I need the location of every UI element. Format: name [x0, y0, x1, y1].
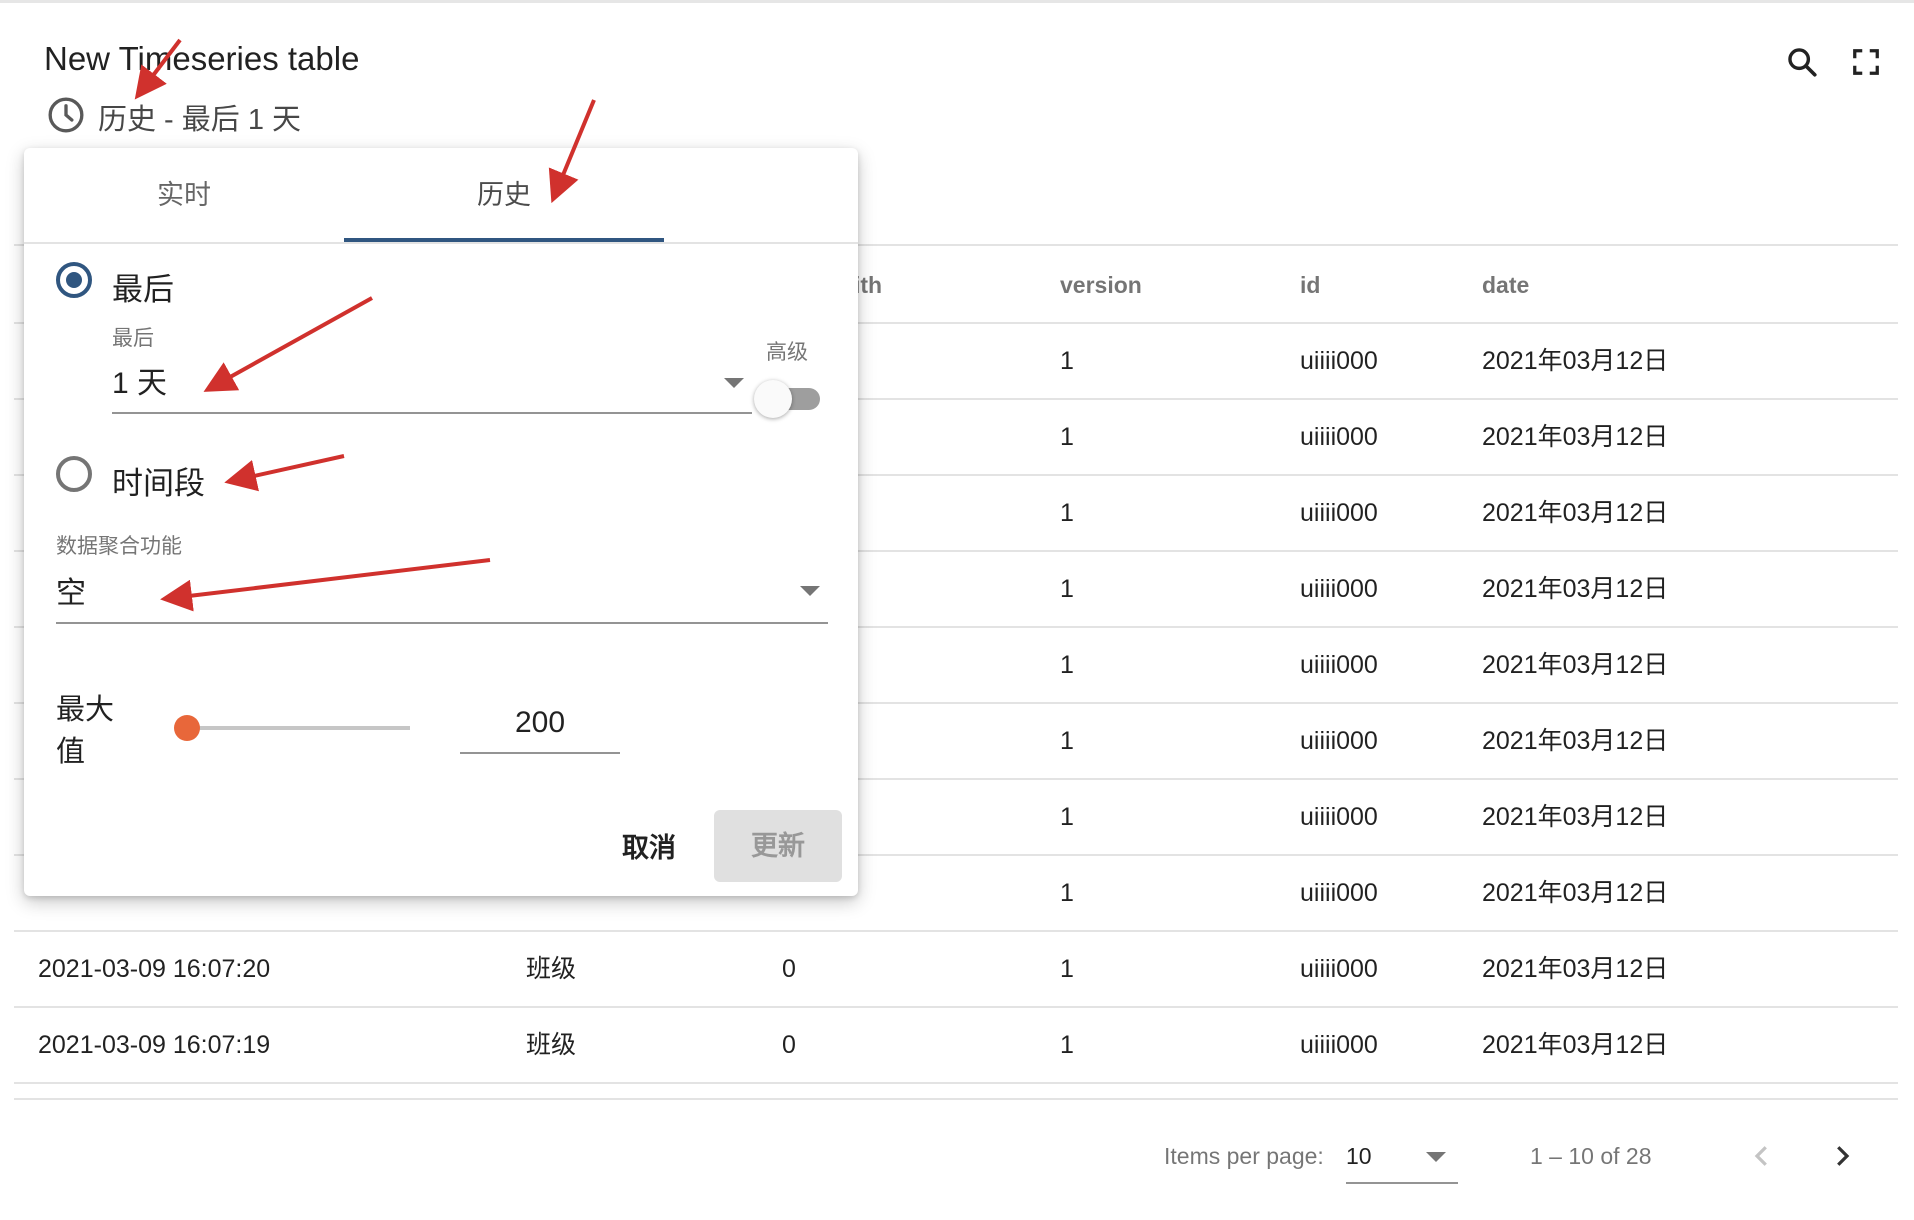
- id-cell: uiiii000: [1300, 347, 1378, 375]
- aggregation-select[interactable]: 空: [56, 556, 828, 624]
- column-header-version[interactable]: version: [1060, 246, 1142, 324]
- version-cell: 1: [1060, 575, 1074, 603]
- class-cell: 班级: [526, 955, 577, 983]
- class-cell: 班级: [526, 1031, 577, 1059]
- timewindow-summary[interactable]: 历史 - 最后 1 天: [46, 95, 301, 139]
- toggle-knob: [754, 380, 792, 418]
- max-values-input[interactable]: 200: [460, 690, 620, 754]
- date-cell: 2021年03月12日: [1482, 575, 1669, 603]
- version-cell: 1: [1060, 803, 1074, 831]
- id-cell: uiiii000: [1300, 803, 1378, 831]
- chevron-down-icon: [1426, 1152, 1446, 1162]
- count-cell: 0: [782, 955, 796, 983]
- update-button[interactable]: 更新: [714, 810, 842, 882]
- date-cell: 2021年03月12日: [1482, 651, 1669, 679]
- version-cell: 1: [1060, 651, 1074, 679]
- date-cell: 2021年03月12日: [1482, 955, 1669, 983]
- radio-time-range-label: 时间段: [112, 466, 205, 501]
- items-per-page-select[interactable]: 10: [1346, 1130, 1458, 1184]
- table-row[interactable]: 2021-03-09 16:07:20 班级 0 1 uiiii000 2021年03月1…: [14, 932, 1898, 1008]
- id-cell: uiiii000: [1300, 727, 1378, 755]
- version-cell: 1: [1060, 1031, 1074, 1059]
- cancel-button[interactable]: 取消: [600, 812, 698, 884]
- version-cell: 1: [1060, 347, 1074, 375]
- items-per-page-label: Items per page:: [1164, 1143, 1324, 1169]
- max-values-label-line2: 值: [56, 736, 86, 768]
- table-footer-divider: [14, 1098, 1898, 1100]
- slider-thumb[interactable]: [174, 715, 200, 741]
- date-cell: 2021年03月12日: [1482, 1031, 1669, 1059]
- next-page-button[interactable]: [1818, 1132, 1866, 1180]
- radio-last[interactable]: [56, 262, 92, 298]
- advanced-label: 高级: [766, 341, 808, 364]
- chevron-down-icon: [800, 586, 820, 596]
- active-tab-indicator: [344, 238, 664, 242]
- max-values-value: 200: [514, 706, 566, 739]
- radio-last-label: 最后: [112, 272, 174, 307]
- chevron-right-icon: [1837, 1146, 1850, 1166]
- fullscreen-icon[interactable]: [1844, 40, 1888, 84]
- previous-page-button[interactable]: [1738, 1132, 1786, 1180]
- column-header-date[interactable]: date: [1482, 246, 1529, 324]
- clock-icon: [46, 95, 86, 140]
- last-duration-select[interactable]: 1 天: [112, 348, 752, 414]
- max-values-label-line1: 最大: [56, 694, 115, 726]
- chevron-down-icon: [724, 378, 744, 388]
- date-cell: 2021年03月12日: [1482, 499, 1669, 527]
- timestamp-cell: 2021-03-09 16:07:19: [38, 1031, 271, 1059]
- slider-rail: [186, 726, 410, 730]
- radio-time-range[interactable]: [56, 456, 92, 492]
- timewindow-panel: 实时 历史 最后 最后 1 天 高级 时间段 数据聚合功能 空 最大 值 200…: [24, 148, 858, 896]
- max-values-slider[interactable]: [174, 708, 414, 748]
- date-cell: 2021年03月12日: [1482, 879, 1669, 907]
- id-cell: uiiii000: [1300, 423, 1378, 451]
- id-cell: uiiii000: [1300, 651, 1378, 679]
- id-cell: uiiii000: [1300, 1031, 1378, 1059]
- id-cell: uiiii000: [1300, 955, 1378, 983]
- column-header-ith[interactable]: ith: [854, 246, 882, 324]
- version-cell: 1: [1060, 879, 1074, 907]
- last-duration-value: 1 天: [112, 367, 168, 400]
- search-icon[interactable]: [1780, 40, 1824, 84]
- date-cell: 2021年03月12日: [1482, 727, 1669, 755]
- column-header-id[interactable]: id: [1300, 246, 1320, 324]
- id-cell: uiiii000: [1300, 499, 1378, 527]
- advanced-toggle[interactable]: [754, 378, 826, 418]
- tab-history[interactable]: 历史: [344, 148, 664, 242]
- version-cell: 1: [1060, 423, 1074, 451]
- date-cell: 2021年03月12日: [1482, 803, 1669, 831]
- items-per-page-value: 10: [1346, 1143, 1372, 1169]
- timewindow-summary-text: 历史 - 最后 1 天: [98, 104, 302, 136]
- version-cell: 1: [1060, 727, 1074, 755]
- table-row[interactable]: 2021-03-09 16:07:19 班级 0 1 uiiii000 2021年03月1…: [14, 1008, 1898, 1084]
- count-cell: 0: [782, 1031, 796, 1059]
- version-cell: 1: [1060, 499, 1074, 527]
- aggregation-value: 空: [56, 577, 86, 610]
- timestamp-cell: 2021-03-09 16:07:20: [38, 955, 271, 983]
- timewindow-tabs: 实时 历史: [24, 148, 858, 244]
- version-cell: 1: [1060, 955, 1074, 983]
- date-cell: 2021年03月12日: [1482, 347, 1669, 375]
- id-cell: uiiii000: [1300, 575, 1378, 603]
- page-range-label: 1 – 10 of 28: [1530, 1143, 1652, 1169]
- top-divider: [0, 0, 1914, 3]
- widget-title: New Timeseries table: [44, 40, 360, 77]
- id-cell: uiiii000: [1300, 879, 1378, 907]
- chevron-left-icon: [1754, 1146, 1767, 1166]
- tab-realtime[interactable]: 实时: [24, 148, 344, 242]
- date-cell: 2021年03月12日: [1482, 423, 1669, 451]
